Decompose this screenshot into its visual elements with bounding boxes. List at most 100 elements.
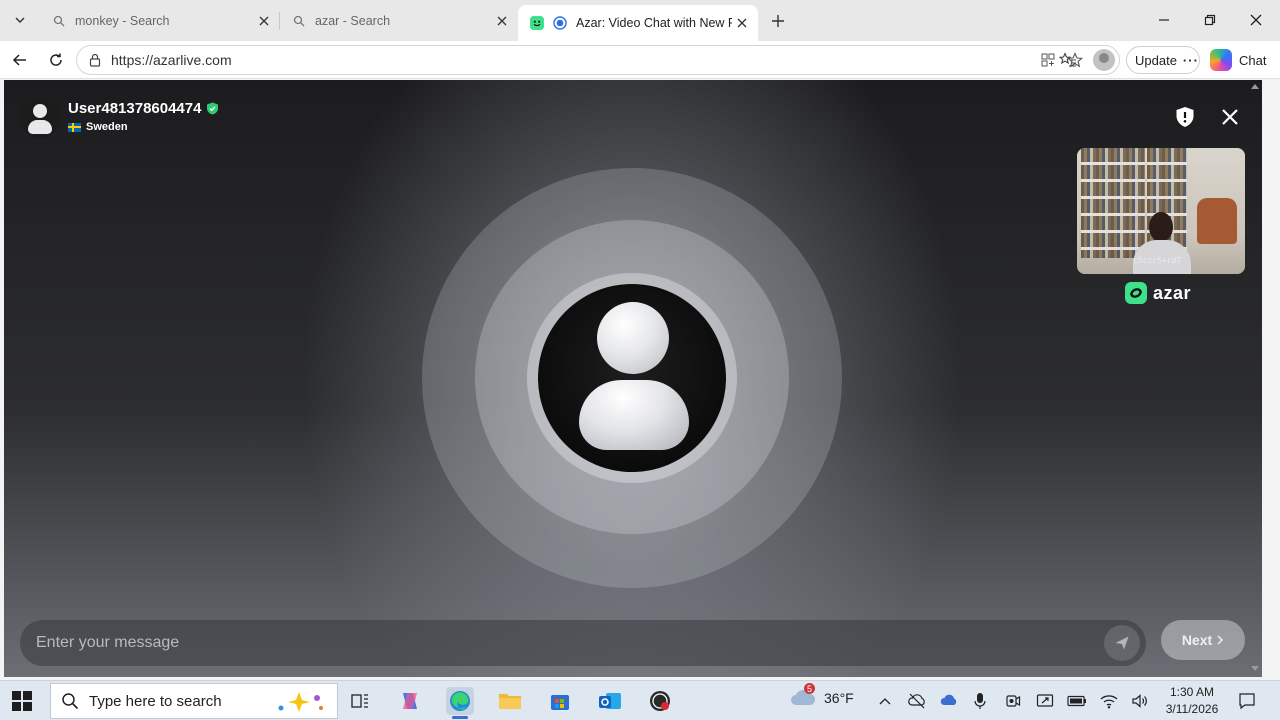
url-text[interactable]: https://azarlive.com xyxy=(111,52,232,68)
edge-taskbar-button[interactable] xyxy=(446,687,474,719)
speaker-icon xyxy=(1132,694,1147,708)
scroll-down-button[interactable] xyxy=(1248,663,1262,675)
taskbar-search[interactable]: Type here to search xyxy=(50,683,338,719)
tray-wifi[interactable] xyxy=(1099,691,1119,711)
show-hidden-icons-button[interactable] xyxy=(875,691,895,711)
scroll-down-icon xyxy=(1251,666,1259,671)
chat-label: Chat xyxy=(1239,52,1267,68)
system-clock[interactable]: 1:30 AM 3/11/2026 xyxy=(1158,684,1226,718)
copilot-icon xyxy=(1210,49,1232,71)
next-partner-button[interactable]: Next xyxy=(1161,620,1245,660)
tab-title: monkey - Search xyxy=(75,14,170,28)
microsoft-store-button[interactable] xyxy=(546,687,574,715)
windows-taskbar: Type here to search 5 36°F 1:30 AM 3/11/… xyxy=(0,680,1280,720)
scroll-up-button[interactable] xyxy=(1248,80,1262,92)
partner-avatar[interactable] xyxy=(20,98,60,138)
folder-icon xyxy=(499,694,521,709)
close-tab-icon[interactable] xyxy=(732,13,752,33)
notification-icon xyxy=(1239,693,1255,710)
shield-alert-icon xyxy=(1176,107,1194,127)
close-window-button[interactable] xyxy=(1244,8,1268,32)
close-tab-icon[interactable] xyxy=(254,11,274,31)
send-message-button[interactable] xyxy=(1104,625,1140,661)
microphone-icon xyxy=(974,693,986,709)
tab-monkey-search[interactable]: monkey - Search xyxy=(40,6,280,36)
verified-badge-icon xyxy=(206,102,219,115)
tab-azar-search[interactable]: azar - Search xyxy=(280,6,518,36)
avatar-body-shape xyxy=(579,380,689,450)
restore-icon xyxy=(1204,14,1216,26)
task-view-button[interactable] xyxy=(346,687,374,715)
more-options-icon[interactable]: ··· xyxy=(1183,53,1199,68)
restore-button[interactable] xyxy=(1198,8,1222,32)
refresh-button[interactable] xyxy=(44,48,68,72)
profile-avatar[interactable] xyxy=(1093,49,1115,71)
clock-time: 1:30 AM xyxy=(1169,685,1215,699)
update-button[interactable]: Update ··· xyxy=(1126,46,1200,74)
tray-onedrive[interactable] xyxy=(939,691,959,711)
tab-actions-menu[interactable] xyxy=(6,8,34,32)
address-bar[interactable]: https://azarlive.com xyxy=(76,45,1120,75)
battery-icon xyxy=(1067,695,1086,707)
store-icon xyxy=(551,695,569,710)
lock-icon[interactable] xyxy=(87,52,103,68)
tab-azar-video-chat[interactable]: Azar: Video Chat with New Pe xyxy=(518,5,758,41)
tray-battery[interactable] xyxy=(1067,691,1087,711)
favorites-button[interactable] xyxy=(1056,48,1080,72)
weather-notification-badge: 5 xyxy=(804,683,815,694)
message-input[interactable] xyxy=(36,634,1076,652)
update-label: Update xyxy=(1135,52,1177,68)
windows-start-icon[interactable] xyxy=(12,691,32,711)
minimize-button[interactable] xyxy=(1152,8,1176,32)
tab-title: Azar: Video Chat with New Pe xyxy=(576,16,732,30)
send-icon xyxy=(1115,636,1129,650)
search-highlight-icon xyxy=(278,692,323,712)
edge-browser-icon xyxy=(450,691,470,711)
azar-logo-icon xyxy=(1125,282,1147,304)
azar-favicon-icon xyxy=(530,16,544,30)
message-bar xyxy=(20,620,1146,666)
azar-wordmark: azar xyxy=(1153,282,1192,303)
search-icon xyxy=(52,14,66,28)
close-chat-button[interactable] xyxy=(1218,105,1242,129)
recording-indicator-icon xyxy=(553,16,567,30)
tray-onedrive-off[interactable] xyxy=(907,691,927,711)
scroll-up-icon xyxy=(1251,84,1259,89)
partner-country: Sweden xyxy=(86,121,128,133)
copilot-icon xyxy=(403,693,417,709)
close-icon xyxy=(1250,14,1262,26)
copilot-chat-button[interactable]: Chat xyxy=(1210,48,1266,72)
cloud-off-icon xyxy=(908,693,925,709)
webcam-in-use-icon xyxy=(1006,695,1021,707)
report-button[interactable] xyxy=(1174,105,1196,129)
close-tab-icon[interactable] xyxy=(492,11,512,31)
notification-center-button[interactable] xyxy=(1237,691,1257,711)
new-tab-button[interactable] xyxy=(766,9,790,33)
file-explorer-button[interactable] xyxy=(496,687,524,715)
tab-strip: monkey - Search azar - Search Azar: Vide… xyxy=(0,0,1280,41)
partner-user-card[interactable]: User481378604474 Sweden xyxy=(20,98,219,138)
back-button[interactable] xyxy=(8,48,32,72)
tray-camera[interactable] xyxy=(1003,691,1023,711)
azar-logo: azar xyxy=(1125,282,1191,304)
search-icon xyxy=(62,693,79,710)
self-camera-preview[interactable]: c5czrS+rdT xyxy=(1077,148,1245,274)
obs-recorder-button[interactable] xyxy=(646,687,674,715)
tray-microphone[interactable] xyxy=(970,691,990,711)
copilot-taskbar-button[interactable] xyxy=(396,687,424,715)
refresh-icon xyxy=(50,53,62,66)
cloud-sync-icon xyxy=(940,694,957,705)
minimize-icon xyxy=(1159,19,1169,21)
outlook-button[interactable] xyxy=(596,687,624,715)
tray-volume[interactable] xyxy=(1130,691,1150,711)
azar-video-chat-page: User481378604474 Sweden c5czrS+rdT azar … xyxy=(4,80,1262,677)
taskbar-search-placeholder: Type here to search xyxy=(89,692,222,710)
clock-date: 3/11/2026 xyxy=(1165,702,1219,716)
tray-screen-share[interactable] xyxy=(1035,691,1055,711)
weather-widget[interactable]: 5 36°F xyxy=(790,683,854,707)
chevron-down-icon xyxy=(15,17,25,23)
chevron-right-icon xyxy=(1217,635,1224,645)
weather-temperature: 36°F xyxy=(824,690,854,706)
favorites-list-icon xyxy=(1059,52,1076,67)
browser-toolbar: https://azarlive.com Update ··· Chat xyxy=(0,41,1280,79)
